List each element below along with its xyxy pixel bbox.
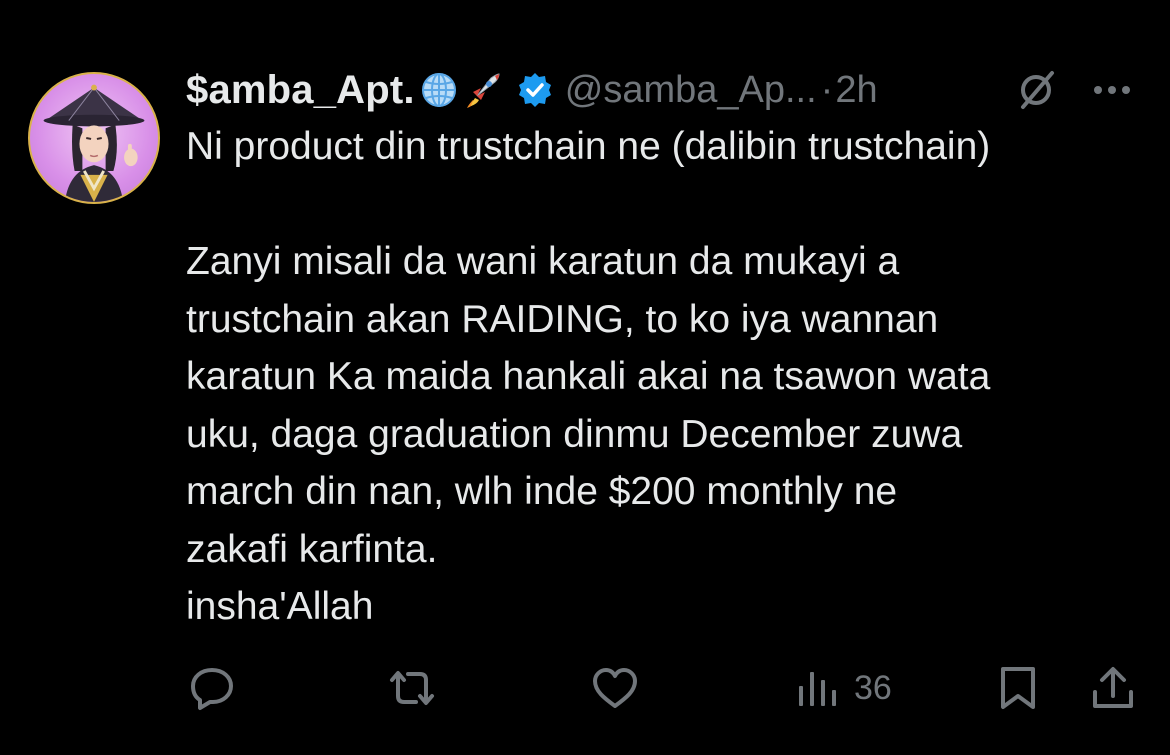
like-icon: [593, 668, 637, 708]
views-count: 36: [854, 668, 892, 707]
like-button[interactable]: [590, 660, 640, 716]
tweet-line: Zanyi misali da wani karatun da mukayi a: [186, 240, 900, 283]
reply-button[interactable]: [188, 660, 236, 716]
reply-icon: [191, 668, 233, 710]
avatar-image: [43, 84, 145, 202]
tweet[interactable]: $amba_Apt. @samba_Ap... · 2h Ni product …: [0, 0, 1170, 755]
tweet-header: $amba_Apt. @samba_Ap... · 2h: [186, 62, 878, 118]
user-handle[interactable]: @samba_Ap...: [565, 69, 817, 112]
rocket-icon: [463, 70, 503, 110]
retweet-icon: [390, 671, 434, 705]
views-button[interactable]: 36: [796, 660, 892, 716]
tweet-line: zakafi karfinta.: [186, 527, 438, 571]
display-name[interactable]: $amba_Apt.: [186, 68, 415, 113]
separator-dot: ·: [820, 68, 834, 111]
share-button[interactable]: [1090, 660, 1136, 716]
bookmark-button[interactable]: [996, 660, 1040, 716]
retweet-button[interactable]: [386, 660, 438, 716]
tweet-line: march din nan, wlh inde $200 monthly ne: [186, 470, 898, 513]
action-bar: 36: [0, 660, 1170, 716]
verified-badge-icon[interactable]: [517, 72, 553, 108]
tweet-line: uku, daga graduation dinmu December zuwa: [186, 412, 963, 456]
tweet-line: karatun Ka maida hankali akai na tsawon …: [186, 355, 991, 398]
more-options-icon[interactable]: [1090, 70, 1134, 110]
views-icon: [799, 672, 836, 706]
tweet-line: Ni product din trustchain ne (dalibin tr…: [186, 125, 991, 168]
globe-icon: [419, 70, 459, 110]
avatar[interactable]: [28, 72, 160, 204]
timestamp[interactable]: 2h: [835, 69, 877, 112]
bookmark-icon: [1001, 667, 1035, 709]
tweet-line: insha'Allah: [186, 585, 374, 628]
share-icon: [1093, 667, 1133, 708]
grok-icon[interactable]: [1014, 68, 1058, 112]
tweet-text: Ni product din trustchain ne (dalibin tr…: [186, 118, 1156, 636]
tweet-line: trustchain akan RAIDING, to ko iya wanna…: [186, 297, 939, 341]
